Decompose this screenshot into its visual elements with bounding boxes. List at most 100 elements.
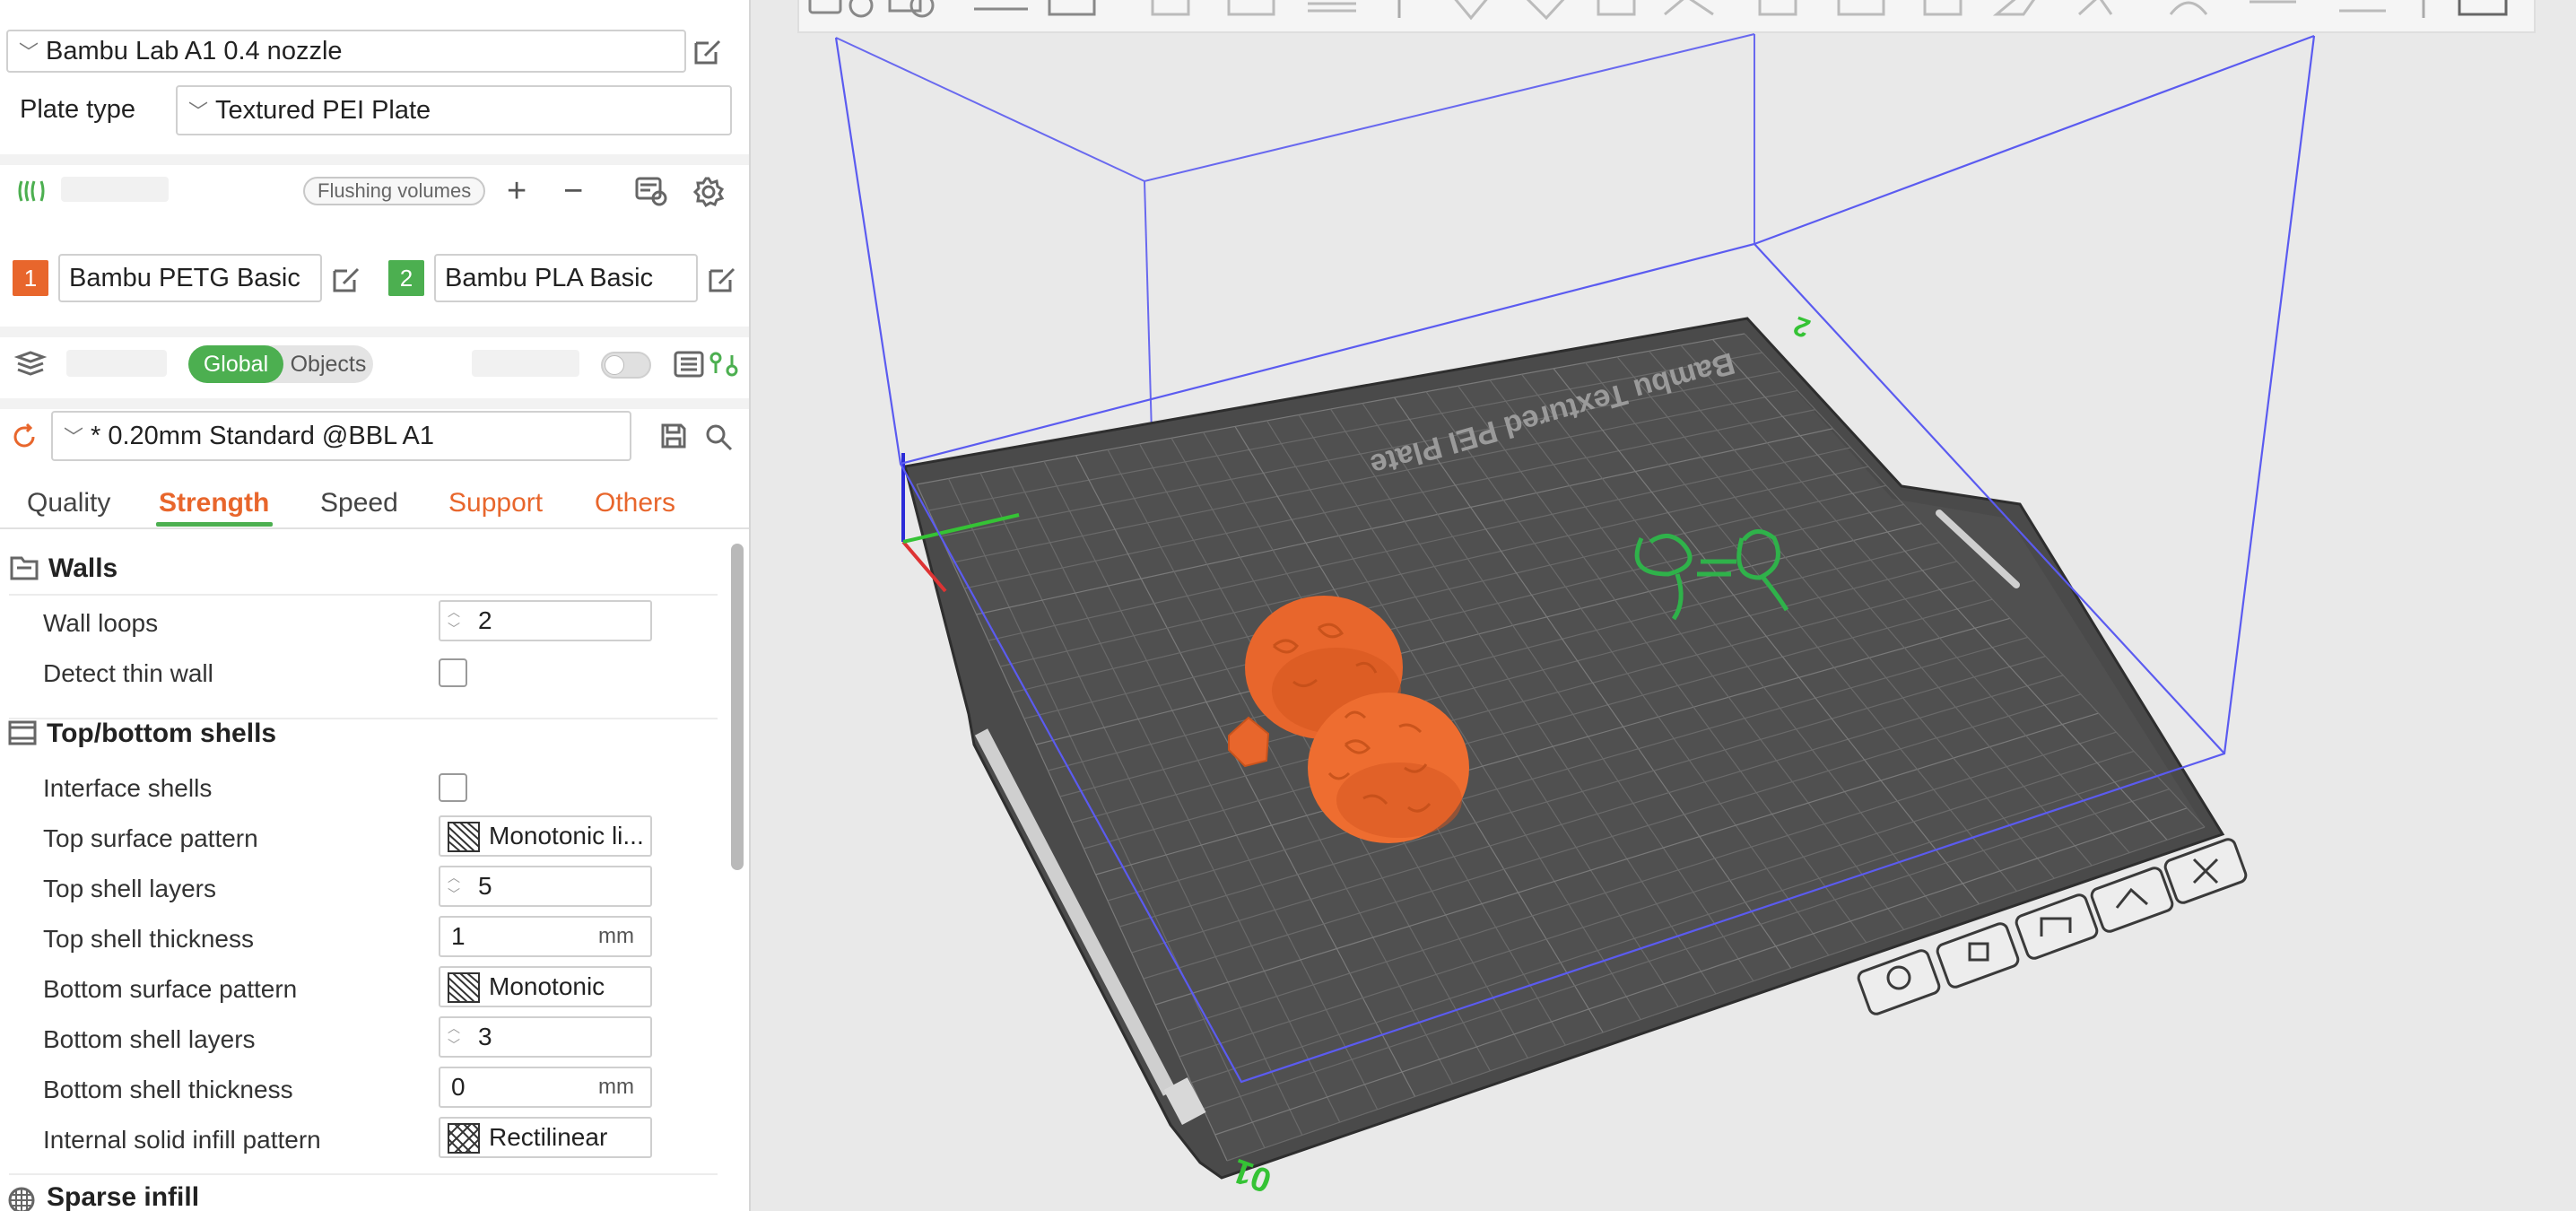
top-shell-layers-input[interactable]: ︿ ﹀ 5 <box>439 866 652 907</box>
internal-solid-infill-pattern-label: Internal solid infill pattern <box>43 1126 321 1154</box>
scene-canvas[interactable]: Bambu Textured PEI Plate 01 2 <box>752 0 2576 1211</box>
printer-name: Bambu Lab A1 0.4 nozzle <box>46 37 343 65</box>
tab-others[interactable]: Others <box>595 488 675 518</box>
wall-loops-label: Wall loops <box>43 609 159 637</box>
edit-filament-2-icon[interactable] <box>707 264 737 294</box>
filament-1-select[interactable]: Bambu PETG Basic <box>58 254 322 302</box>
group-shells-title: Top/bottom shells <box>47 719 277 748</box>
filament-2-name: Bambu PLA Basic <box>445 264 654 292</box>
bottom-shell-layers-label: Bottom shell layers <box>43 1025 256 1053</box>
flushing-volumes-button[interactable]: Flushing volumes <box>303 177 486 205</box>
divider <box>0 398 749 409</box>
remove-filament-icon[interactable]: − <box>563 172 583 211</box>
plate-lock-button[interactable] <box>1936 921 2020 989</box>
print-bed <box>903 317 2225 1180</box>
add-filament-icon[interactable]: + <box>507 172 527 211</box>
top-shell-thickness-unit: mm <box>598 924 634 948</box>
printer-select[interactable]: ﹀ Bambu Lab A1 0.4 nozzle <box>6 30 686 73</box>
sparse-infill-icon <box>8 1187 35 1211</box>
tab-objects[interactable]: Objects <box>283 345 373 383</box>
bottom-shell-thickness-input[interactable]: 0 mm <box>439 1067 652 1108</box>
bottom-shell-thickness-label: Bottom shell thickness <box>43 1076 293 1103</box>
top-shell-thickness-label: Top shell thickness <box>43 925 255 953</box>
layers-icon <box>14 351 47 376</box>
filament-1-name: Bambu PETG Basic <box>69 264 300 292</box>
sync-filament-icon[interactable] <box>634 176 668 206</box>
top-toolbar <box>797 0 2536 33</box>
3d-viewport[interactable]: Bambu Textured PEI Plate 01 2 <box>752 0 2576 1211</box>
wall-loops-value: 2 <box>478 606 492 634</box>
settings-scrollbar[interactable] <box>731 544 744 870</box>
process-header-placeholder <box>66 350 167 377</box>
filament-2-badge: 2 <box>388 260 424 296</box>
pattern-monotonic-icon <box>448 972 480 1003</box>
shells-icon <box>8 720 37 745</box>
internal-solid-infill-pattern-value: Rectilinear <box>489 1123 608 1151</box>
interface-shells-checkbox[interactable] <box>439 773 467 802</box>
list-icon[interactable] <box>673 350 705 379</box>
settings-sidebar: ﹀ Bambu Lab A1 0.4 nozzle Plate type ﹀ Tex… <box>0 0 751 1211</box>
search-icon[interactable] <box>703 422 734 452</box>
internal-solid-infill-pattern-select[interactable]: Rectilinear <box>439 1117 652 1158</box>
tab-speed[interactable]: Speed <box>320 488 398 518</box>
chevron-down-icon: ﹀ <box>64 426 84 449</box>
detect-thin-wall-label: Detect thin wall <box>43 659 213 687</box>
tab-global[interactable]: Global <box>188 345 283 383</box>
bottom-shell-thickness-value: 0 <box>451 1073 466 1101</box>
group-divider <box>9 1173 718 1175</box>
edit-filament-1-icon[interactable] <box>331 264 361 294</box>
bottom-surface-pattern-select[interactable]: Monotonic <box>439 966 652 1007</box>
pattern-rectilinear-icon <box>448 1123 480 1154</box>
reset-icon[interactable] <box>9 422 39 452</box>
edit-printer-icon[interactable] <box>692 36 723 66</box>
top-shell-thickness-input[interactable]: 1 mm <box>439 916 652 957</box>
bottom-shell-thickness-unit: mm <box>598 1075 634 1099</box>
save-icon[interactable] <box>659 422 688 450</box>
group-sparse-title: Sparse infill <box>47 1182 200 1211</box>
pattern-monotonic-icon <box>448 822 480 852</box>
stepper-icon[interactable]: ︿ ﹀ <box>444 869 464 905</box>
interface-shells-label: Interface shells <box>43 774 213 802</box>
tabs-divider <box>0 527 749 529</box>
tab-quality[interactable]: Quality <box>27 488 110 518</box>
plate-settings-button[interactable] <box>2015 893 2099 960</box>
top-surface-pattern-value: Monotonic li... <box>489 822 644 849</box>
tab-strength[interactable]: Strength <box>159 488 269 518</box>
wall-loops-input[interactable]: ︿ ﹀ 2 <box>439 600 652 641</box>
advanced-toggle[interactable] <box>601 352 651 379</box>
top-shell-thickness-value: 1 <box>451 922 466 950</box>
process-preset-select[interactable]: ﹀ * 0.20mm Standard @BBL A1 <box>51 411 631 461</box>
top-surface-pattern-label: Top surface pattern <box>43 824 258 852</box>
filament-icon <box>18 180 45 202</box>
detect-thin-wall-checkbox[interactable] <box>439 658 467 687</box>
bottom-shell-layers-value: 3 <box>478 1023 492 1050</box>
divider <box>0 327 749 337</box>
model-sphere-front-shade <box>1336 762 1462 838</box>
compare-icon[interactable] <box>709 350 739 379</box>
process-placeholder-2 <box>472 350 579 377</box>
gear-icon[interactable] <box>692 176 725 208</box>
filament-2-select[interactable]: Bambu PLA Basic <box>434 254 698 302</box>
filament-1-badge: 1 <box>13 260 48 296</box>
bottom-shell-layers-input[interactable]: ︿ ﹀ 3 <box>439 1016 652 1058</box>
plate-type-select[interactable]: ﹀ Textured PEI Plate <box>176 85 732 135</box>
stepper-icon[interactable]: ︿ ﹀ <box>444 1020 464 1056</box>
plate-type-value: Textured PEI Plate <box>215 96 431 125</box>
divider <box>0 154 749 165</box>
global-objects-switch[interactable]: Global Objects <box>188 345 373 383</box>
top-shell-layers-label: Top shell layers <box>43 875 216 902</box>
process-preset-name: * 0.20mm Standard @BBL A1 <box>91 422 435 450</box>
top-shell-layers-value: 5 <box>478 872 492 900</box>
chevron-down-icon: ﹀ <box>188 100 209 123</box>
stepper-icon[interactable]: ︿ ﹀ <box>444 604 464 640</box>
bottom-surface-pattern-value: Monotonic <box>489 972 605 1000</box>
chevron-down-icon: ﹀ <box>19 41 39 64</box>
tab-support[interactable]: Support <box>448 488 543 518</box>
group-divider <box>9 594 718 596</box>
bottom-surface-pattern-label: Bottom surface pattern <box>43 975 298 1003</box>
plate-type-label: Plate type <box>20 95 135 124</box>
plate-orient-button[interactable] <box>1857 948 1941 1015</box>
walls-icon <box>10 556 39 580</box>
top-surface-pattern-select[interactable]: Monotonic li... <box>439 815 652 857</box>
plate-index-2: 2 <box>1789 310 1814 344</box>
